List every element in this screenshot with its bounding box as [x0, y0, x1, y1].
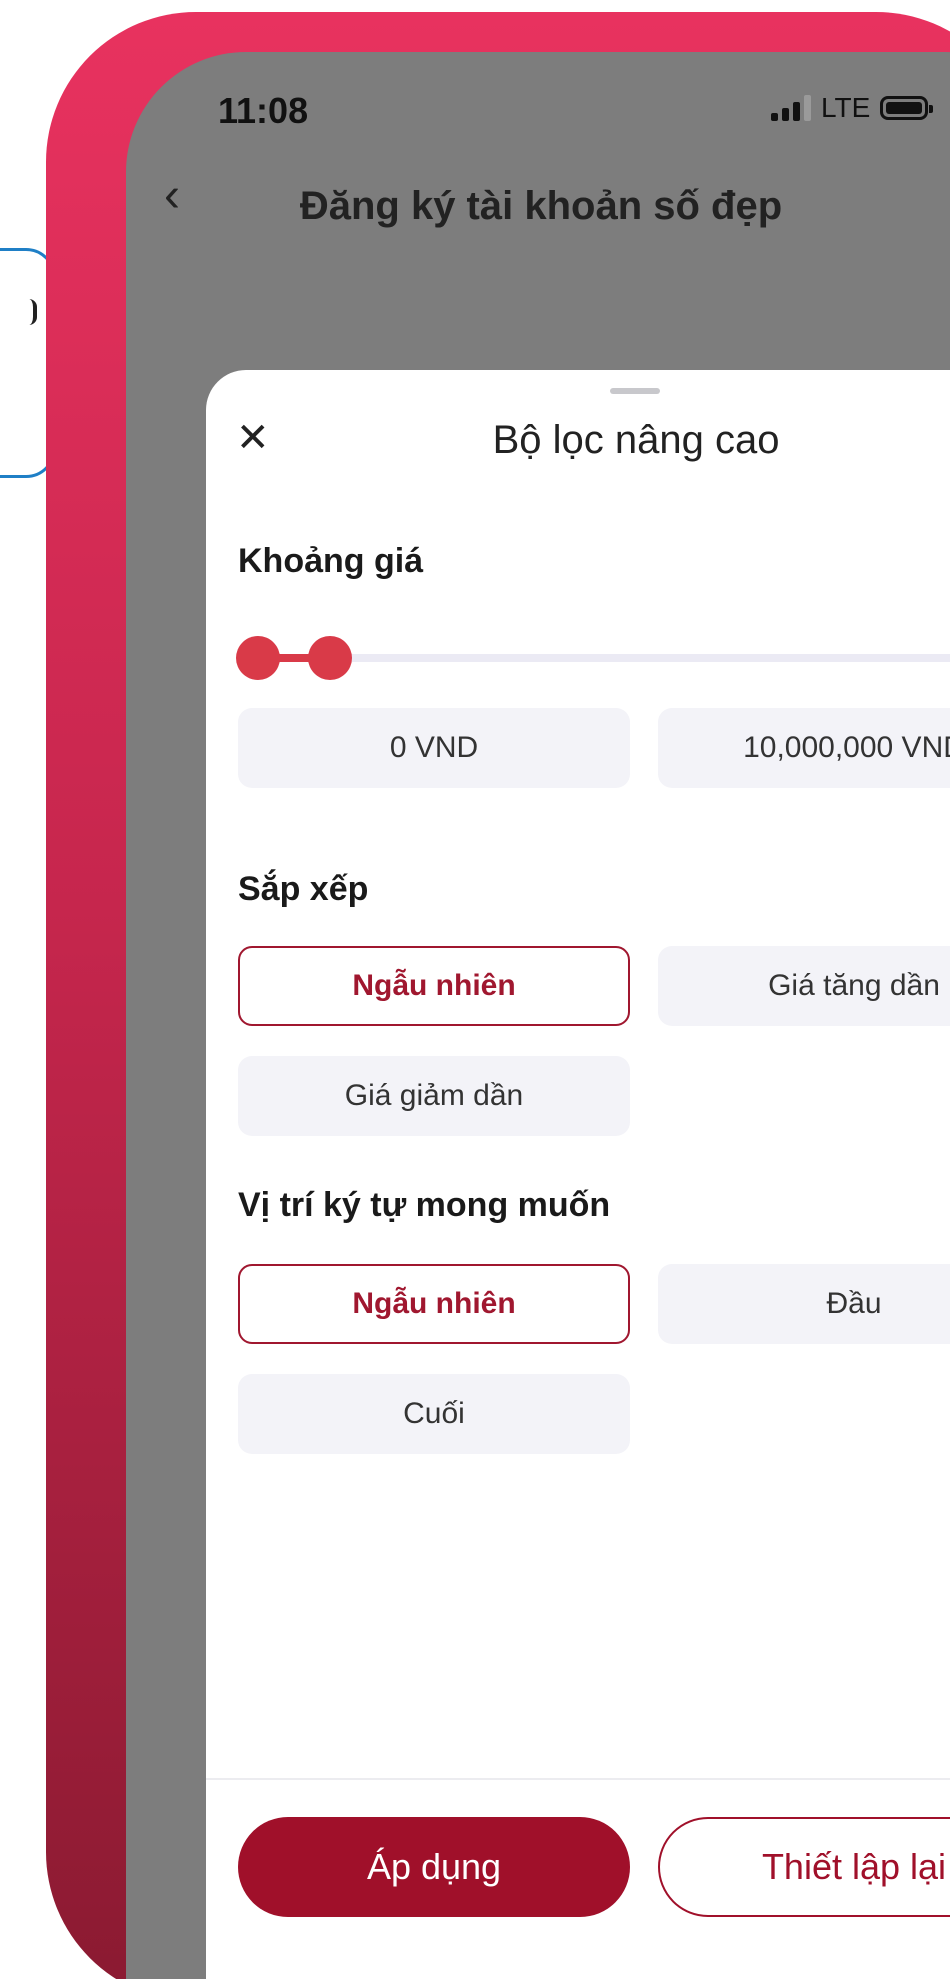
position-option-start[interactable]: Đầu: [658, 1264, 950, 1344]
sheet-drag-handle[interactable]: [610, 388, 660, 394]
position-option-random[interactable]: Ngẫu nhiên: [238, 1264, 630, 1344]
network-label: LTE: [821, 92, 871, 123]
apply-button[interactable]: Áp dụng: [238, 1817, 630, 1917]
price-max-field[interactable]: 10,000,000 VND: [658, 708, 950, 788]
sort-label: Sắp xếp: [238, 870, 369, 908]
partial-glyph-icon: [27, 299, 37, 325]
status-time: 11:08: [218, 90, 309, 131]
battery-icon: [880, 96, 934, 120]
price-slider-max-thumb[interactable]: [308, 636, 352, 680]
sheet-title: Bộ lọc nâng cao: [492, 418, 780, 462]
position-label: Vị trí ký tự mong muốn: [238, 1186, 611, 1224]
price-min-field[interactable]: 0 VND: [238, 708, 630, 788]
position-option-end[interactable]: Cuối: [238, 1374, 630, 1454]
filter-sheet: ✕ Bộ lọc nâng cao Khoảng giá 0 VND 10,00…: [206, 370, 950, 1979]
price-range-label: Khoảng giá: [238, 542, 424, 580]
phone-frame: 11:08 LTE ‹ Đăng ký tài khoản số đẹp ✕ B…: [46, 12, 950, 1979]
sort-option-price-desc[interactable]: Giá giảm dần: [238, 1056, 630, 1136]
price-slider[interactable]: [236, 636, 950, 680]
page-title: Đăng ký tài khoản số đẹp: [299, 184, 783, 228]
signal-icon: [771, 95, 811, 121]
footer-divider: [206, 1778, 950, 1780]
app-screen: 11:08 LTE ‹ Đăng ký tài khoản số đẹp ✕ B…: [126, 52, 950, 1979]
reset-button[interactable]: Thiết lập lại: [658, 1817, 950, 1917]
sort-option-random[interactable]: Ngẫu nhiên: [238, 946, 630, 1026]
sort-option-price-asc[interactable]: Giá tăng dần: [658, 946, 950, 1026]
status-indicators: LTE: [771, 92, 934, 124]
canvas: 11:08 LTE ‹ Đăng ký tài khoản số đẹp ✕ B…: [0, 0, 950, 1979]
price-slider-min-thumb[interactable]: [236, 636, 280, 680]
